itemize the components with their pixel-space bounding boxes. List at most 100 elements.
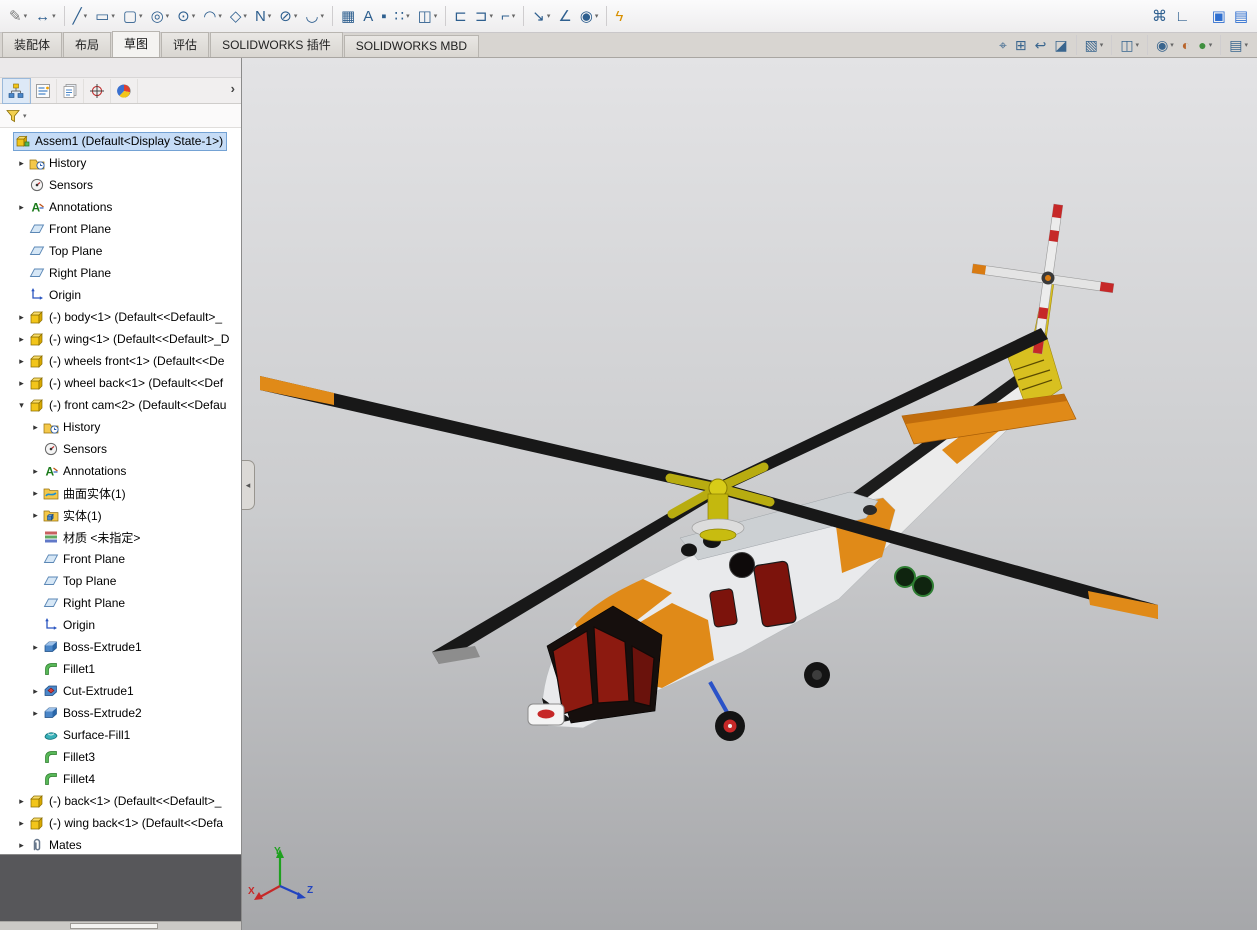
tree-item-wheels-front-1-default-de[interactable]: ▸ (-) wheels front<1> (Default<<De: [0, 350, 241, 372]
tree-item-sensors[interactable]: Sensors: [0, 174, 241, 196]
view-zoom-to-area-button[interactable]: ⊞: [1012, 35, 1030, 55]
tree-item-right-plane[interactable]: Right Plane: [0, 592, 241, 614]
tree-item-曲面实体-1[interactable]: ▸ 曲面实体(1): [0, 482, 241, 504]
toolbar-perimeter-circle-button[interactable]: ⊙ ▾: [174, 3, 198, 29]
expand-arrow[interactable]: ▸: [16, 158, 27, 169]
tree-item-front-cam-2-default-defau[interactable]: ▾ (-) front cam<2> (Default<<Defau: [0, 394, 241, 416]
toolbar-line-button[interactable]: ╱ ▾: [70, 3, 91, 29]
panel-tab-propertymanager[interactable]: [30, 79, 57, 103]
toolbar-quick-snaps-button[interactable]: ◉ ▾: [577, 3, 602, 29]
toolbar-instant2d-button[interactable]: ∠: [555, 3, 574, 29]
ribbon-tab-布局[interactable]: 布局: [63, 32, 111, 57]
tree-item-assem1-default-display-state-1[interactable]: Assem1 (Default<Display State-1>): [0, 130, 241, 152]
tree-item-annotations[interactable]: ▸ Annotations: [0, 460, 241, 482]
expand-arrow[interactable]: ▸: [30, 708, 41, 719]
toolbar-point-button[interactable]: ▪: [378, 3, 389, 29]
toolbar-corner-rectangle-button[interactable]: ▭ ▾: [92, 3, 118, 29]
panel-horizontal-scrollbar[interactable]: [0, 921, 241, 930]
view-previous-view-button[interactable]: ↩: [1032, 35, 1050, 55]
ribbon-tab-solidworks-mbd[interactable]: SOLIDWORKS MBD: [344, 35, 479, 57]
tree-item-mates[interactable]: ▸ Mates: [0, 834, 241, 854]
expand-arrow[interactable]: ▾: [16, 400, 27, 411]
view-edit-appearance-button[interactable]: ◐: [1179, 35, 1193, 55]
toolbar-sketch-button[interactable]: ✎ ▾: [6, 3, 30, 29]
scrollbar-thumb[interactable]: [70, 923, 158, 929]
view-view-orientation-button[interactable]: ▧ ▾: [1082, 35, 1107, 55]
tree-item-front-plane[interactable]: Front Plane: [0, 218, 241, 240]
tree-item-top-plane[interactable]: Top Plane: [0, 570, 241, 592]
tree-item-fillet1[interactable]: Fillet1: [0, 658, 241, 680]
expand-arrow[interactable]: ▸: [30, 488, 41, 499]
view-view-settings-button[interactable]: ▤ ▾: [1226, 35, 1251, 55]
tree-item-wheel-back-1-default-def[interactable]: ▸ (-) wheel back<1> (Default<<Def: [0, 372, 241, 394]
toolbar-three-point-arc-button[interactable]: ◡ ▾: [302, 3, 327, 29]
tree-item-back-1-default-default[interactable]: ▸ (-) back<1> (Default<<Default>_: [0, 790, 241, 812]
tree-item-body-1-default-default[interactable]: ▸ (-) body<1> (Default<<Default>_: [0, 306, 241, 328]
helicopter-model[interactable]: [242, 58, 1257, 930]
tree-item-front-plane[interactable]: Front Plane: [0, 548, 241, 570]
toolbar-polygon-button[interactable]: ◇ ▾: [227, 3, 250, 29]
expand-arrow[interactable]: ▸: [16, 840, 27, 851]
expand-arrow[interactable]: ▸: [16, 818, 27, 829]
tree-item-top-plane[interactable]: Top Plane: [0, 240, 241, 262]
ribbon-tab-solidworks-插件[interactable]: SOLIDWORKS 插件: [210, 32, 343, 57]
toolbar-centerpoint-arc-button[interactable]: ◠ ▾: [200, 3, 225, 29]
toolbar-convert-entities-button[interactable]: ⊏: [451, 3, 470, 29]
tree-item-sensors[interactable]: Sensors: [0, 438, 241, 460]
view-apply-scene-button[interactable]: ● ▾: [1195, 35, 1215, 55]
expand-arrow[interactable]: ▸: [30, 510, 41, 521]
view-display-style-button[interactable]: ◫ ▾: [1117, 35, 1142, 55]
panel-tab-configurationmanager[interactable]: [57, 79, 84, 103]
tree-item-right-plane[interactable]: Right Plane: [0, 262, 241, 284]
expand-arrow[interactable]: ▸: [16, 378, 27, 389]
toolbar-linear-sketch-pattern-button[interactable]: ∷ ▾: [392, 3, 413, 29]
ribbon-tab-评估[interactable]: 评估: [161, 32, 209, 57]
panel-tab-featuremanager[interactable]: [3, 79, 30, 103]
expand-arrow[interactable]: ▸: [30, 466, 41, 477]
expand-arrow[interactable]: ▸: [16, 356, 27, 367]
toolbar-offset-entities-button[interactable]: ⊐ ▾: [472, 3, 496, 29]
tree-item-wing-1-default-default-d[interactable]: ▸ (-) wing<1> (Default<<Default>_D: [0, 328, 241, 350]
view-hide-show-items-button[interactable]: ◉ ▾: [1153, 35, 1177, 55]
toolbar-display-settings-button[interactable]: ▤: [1231, 3, 1251, 29]
toolbar-text-button[interactable]: A: [360, 3, 376, 29]
tree-item-history[interactable]: ▸ History: [0, 416, 241, 438]
toolbar-trim-entities-button[interactable]: ⌐ ▾: [498, 3, 518, 29]
ribbon-tab-草图[interactable]: 草图: [112, 31, 160, 57]
toolbar-mirror-entities-button[interactable]: ◫ ▾: [415, 3, 441, 29]
tree-item-cut-extrude1[interactable]: ▸ Cut-Extrude1: [0, 680, 241, 702]
panel-tab-displaymanager[interactable]: [111, 79, 138, 103]
expand-arrow[interactable]: ▸: [30, 422, 41, 433]
panel-tab-dimxpertmanager[interactable]: [84, 79, 111, 103]
expand-arrow[interactable]: ▸: [16, 312, 27, 323]
filter-funnel-icon[interactable]: [5, 108, 21, 124]
tree-item-wing-back-1-default-defa[interactable]: ▸ (-) wing back<1> (Default<<Defa: [0, 812, 241, 834]
tree-item-origin[interactable]: Origin: [0, 614, 241, 636]
expand-arrow[interactable]: ▸: [16, 334, 27, 345]
toolbar-pen-tools-button[interactable]: ⌘: [1149, 3, 1170, 29]
tree-item-实体-1[interactable]: ▸ 实体(1): [0, 504, 241, 526]
toolbar-straight-slot-button[interactable]: ▢ ▾: [120, 3, 146, 29]
tree-item-surface-fill1[interactable]: Surface-Fill1: [0, 724, 241, 746]
expand-arrow[interactable]: ▸: [16, 202, 27, 213]
toolbar-ink-sketch-button[interactable]: ϟ: [612, 3, 626, 29]
toolbar-ruler-corner-button[interactable]: ∟: [1172, 3, 1193, 29]
tree-item-annotations[interactable]: ▸ Annotations: [0, 196, 241, 218]
view-section-view-button[interactable]: ◪: [1051, 35, 1070, 55]
toolbar-move-entities-button[interactable]: ↘ ▾: [529, 3, 553, 29]
tree-item-fillet4[interactable]: Fillet4: [0, 768, 241, 790]
toolbar-sketch-picture-button[interactable]: ▦: [338, 3, 358, 29]
toolbar-circle-button[interactable]: ◎ ▾: [148, 3, 173, 29]
tree-item-材质-未指定[interactable]: 材质 <未指定>: [0, 526, 241, 548]
toolbar-spline-button[interactable]: N ▾: [252, 3, 274, 29]
tree-item-fillet3[interactable]: Fillet3: [0, 746, 241, 768]
tree-item-history[interactable]: ▸ History: [0, 152, 241, 174]
panel-tabs-overflow-button[interactable]: ›: [231, 81, 235, 96]
view-zoom-to-fit-button[interactable]: ⌖: [996, 35, 1010, 55]
expand-arrow[interactable]: ▸: [30, 686, 41, 697]
expand-arrow[interactable]: ▸: [16, 796, 27, 807]
filter-dropdown-caret[interactable]: ▾: [23, 112, 27, 120]
toolbar-smart-dimension-button[interactable]: ↔ ▾: [32, 3, 59, 29]
panel-collapse-handle[interactable]: ◂: [242, 460, 255, 510]
ribbon-tab-装配体[interactable]: 装配体: [2, 32, 62, 57]
